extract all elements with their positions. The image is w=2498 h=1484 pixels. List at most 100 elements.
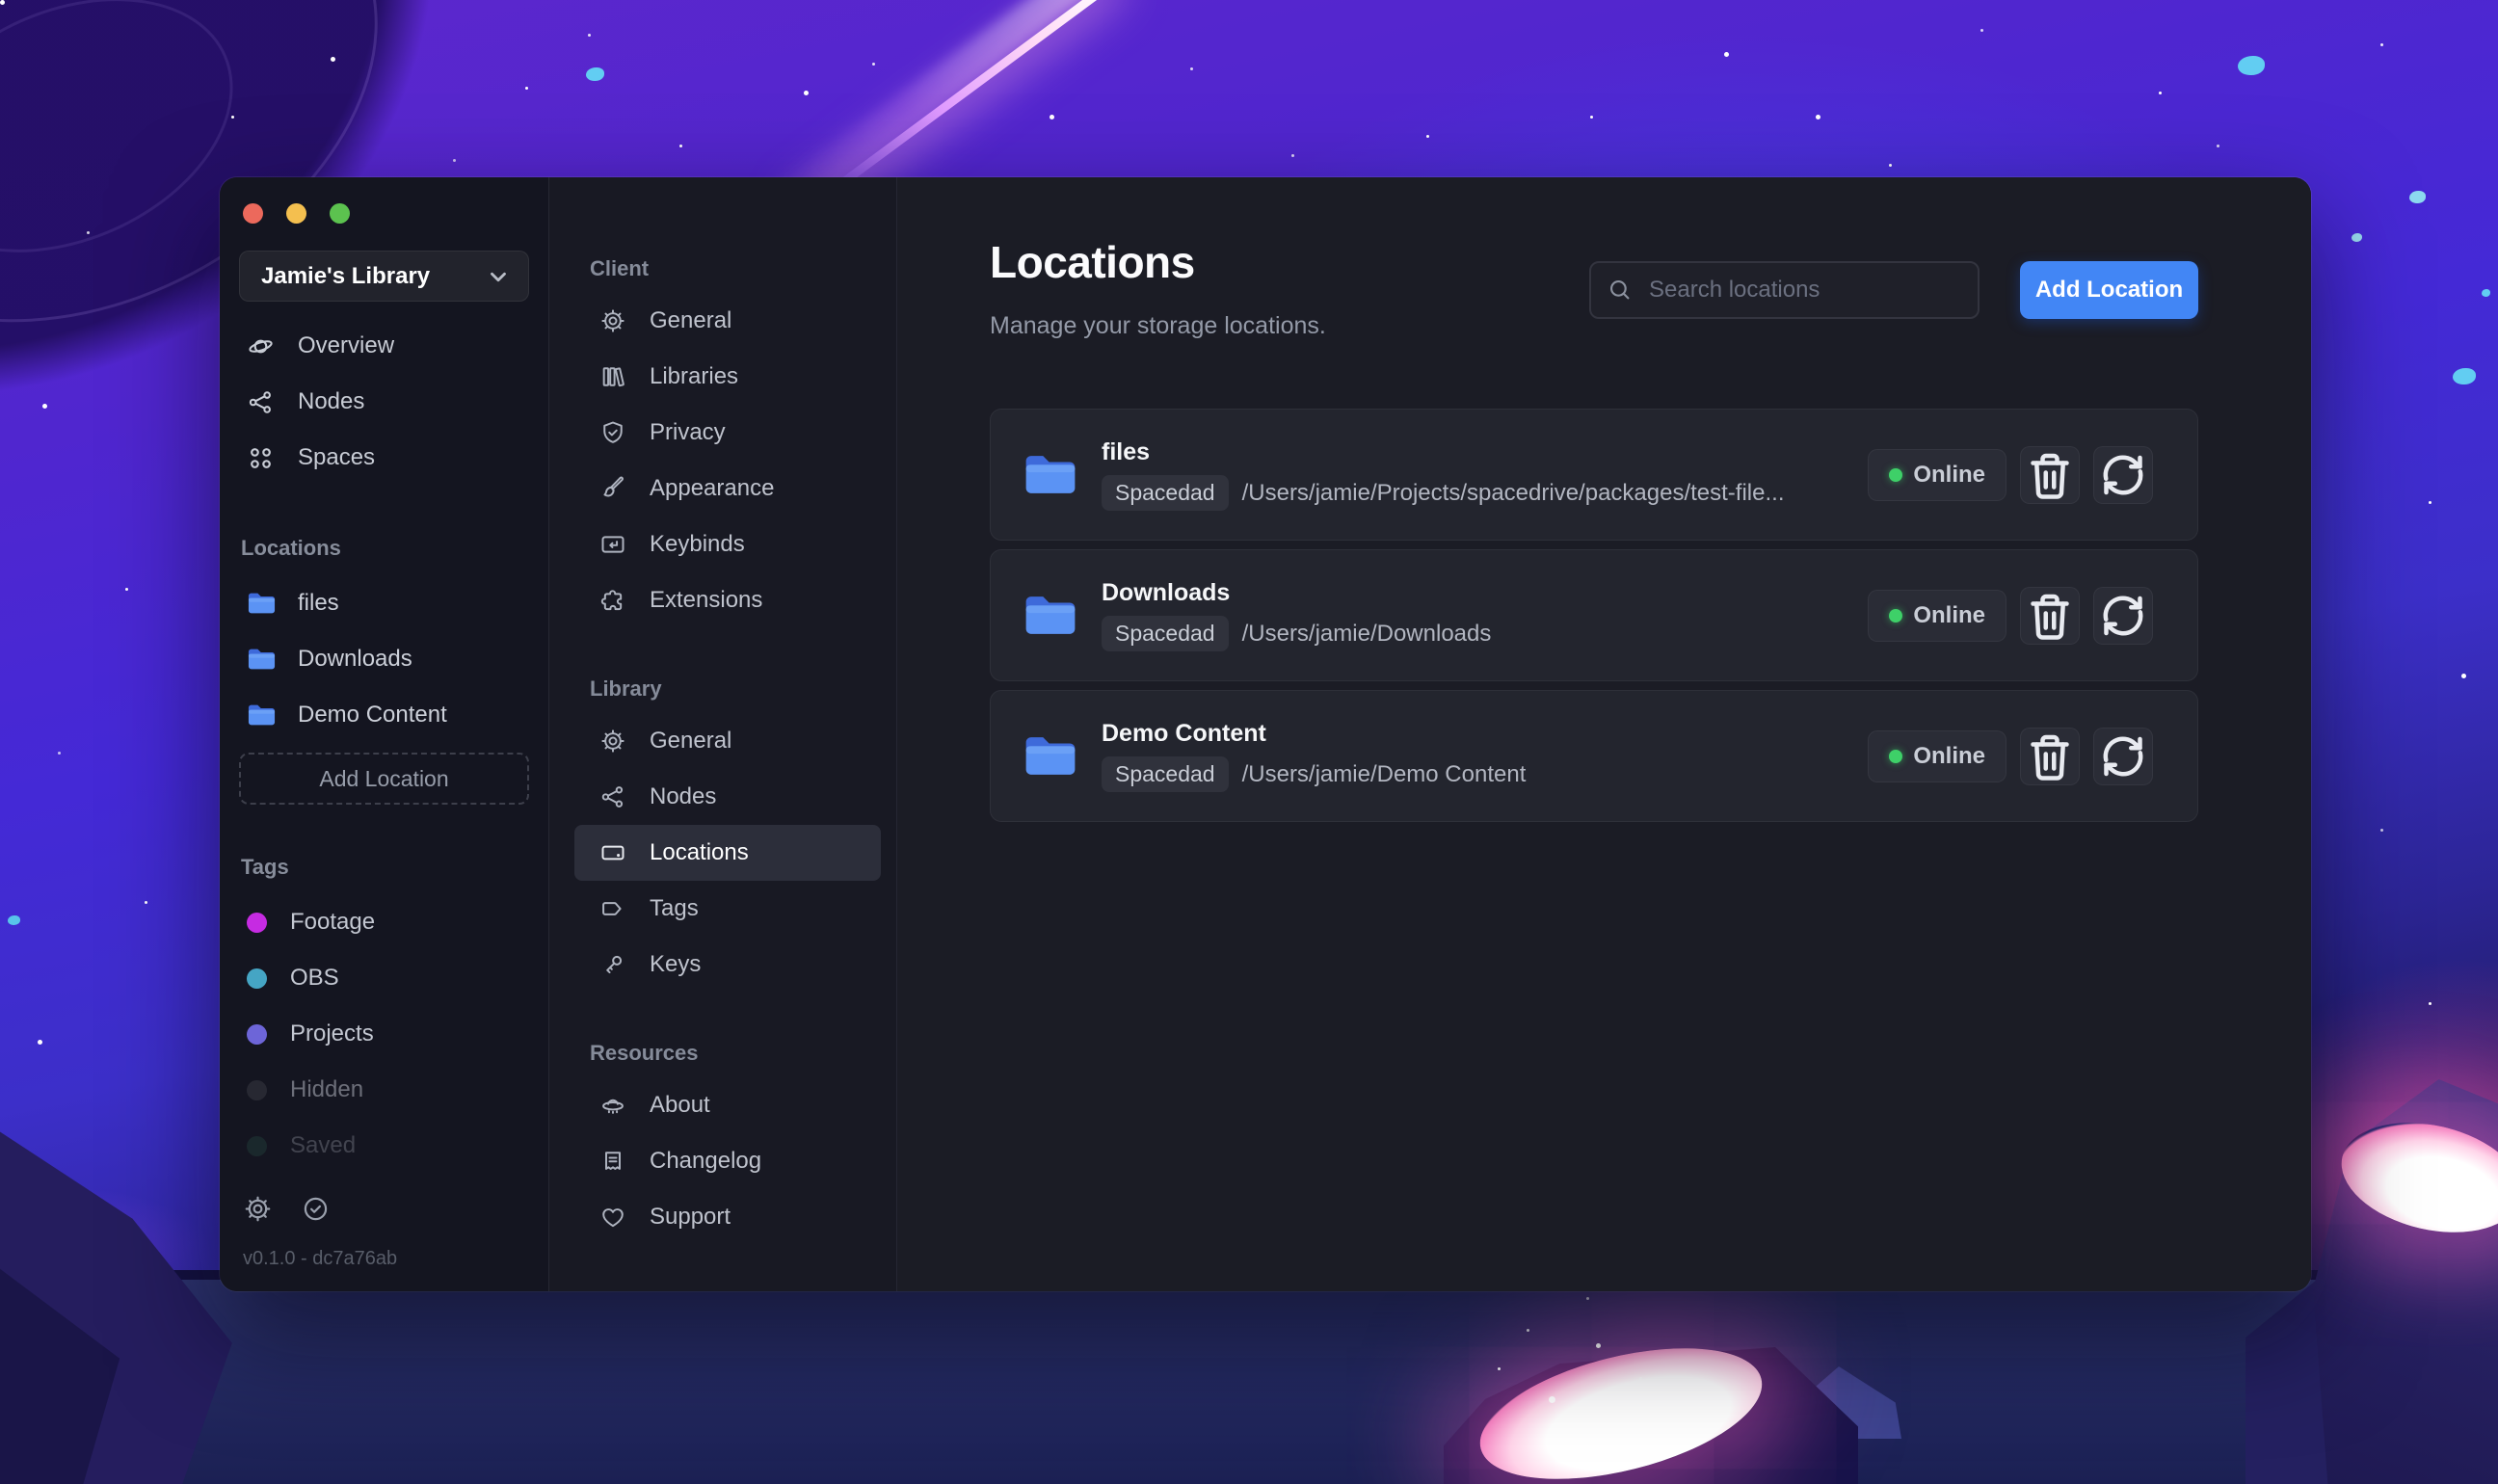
share-network-icon (599, 783, 626, 810)
settings-item-about[interactable]: About (574, 1077, 881, 1133)
folder-icon (247, 647, 277, 672)
delete-location-button[interactable] (2020, 445, 2080, 504)
delete-location-button[interactable] (2020, 727, 2080, 785)
location-path: /Users/jamie/Demo Content (1241, 760, 1527, 787)
tag-item-footage[interactable]: Footage (239, 894, 529, 950)
delete-location-button[interactable] (2020, 586, 2080, 645)
folder-icon (247, 702, 277, 728)
tags-section-label: Tags (241, 855, 289, 879)
folder-icon (1023, 451, 1078, 498)
settings-section-resources: Resources About Changelog Support (574, 1041, 881, 1245)
sidebar-footer: v0.1.0 - dc7a76ab (239, 1194, 529, 1270)
gear-icon (599, 307, 626, 334)
search-locations-box (1589, 261, 1980, 319)
receipt-icon (599, 1148, 626, 1175)
tag-label: OBS (290, 965, 339, 991)
library-switcher[interactable]: Jamie's Library (239, 251, 529, 302)
books-icon (599, 363, 626, 390)
online-status-badge: Online (1868, 729, 2006, 782)
rescan-location-button[interactable] (2093, 445, 2153, 504)
rescan-location-button[interactable] (2093, 727, 2153, 785)
library-switcher-label: Jamie's Library (261, 262, 431, 289)
close-window-button[interactable] (243, 203, 263, 224)
cyan-splatter (2482, 289, 2490, 297)
sync-icon (2094, 587, 2152, 645)
sidebar-location-files[interactable]: files (239, 575, 529, 631)
page-title: Locations (990, 237, 1195, 287)
settings-item-support[interactable]: Support (574, 1189, 881, 1245)
settings-item-keybinds[interactable]: Keybinds (574, 517, 881, 572)
tag-label: Saved (290, 1132, 357, 1158)
online-dot-icon (1889, 749, 1903, 763)
tag-color-dot (247, 912, 267, 933)
tag-item-projects[interactable]: Projects (239, 1006, 529, 1062)
location-name: files (1102, 438, 1151, 465)
spacedrive-window: Jamie's Library Overview Nodes Spaces Lo… (220, 177, 2311, 1291)
settings-item-keys[interactable]: Keys (574, 937, 881, 993)
chevron-down-icon (486, 264, 511, 289)
sidebar-location-demo-content[interactable]: Demo Content (239, 687, 529, 743)
node-badge: Spacedad (1102, 616, 1229, 651)
puzzle-icon (599, 587, 626, 614)
locations-list: files Spacedad /Users/jamie/Projects/spa… (990, 409, 2198, 822)
online-dot-icon (1889, 467, 1903, 482)
settings-item-library-general[interactable]: General (574, 713, 881, 769)
settings-section-client: Client General Libraries Privacy Appeara… (574, 256, 881, 628)
page-subtitle: Manage your storage locations. (990, 312, 1326, 339)
online-status-label: Online (1913, 461, 1985, 488)
cyan-splatter (8, 915, 20, 925)
sidebar-location-label: files (298, 590, 339, 616)
settings-item-locations[interactable]: Locations (574, 825, 881, 881)
cyan-splatter (2409, 191, 2426, 203)
location-row-files[interactable]: files Spacedad /Users/jamie/Projects/spa… (990, 409, 2198, 541)
cyan-splatter (2352, 233, 2362, 242)
settings-item-client-general[interactable]: General (574, 293, 881, 349)
settings-item-library-nodes[interactable]: Nodes (574, 769, 881, 825)
tag-item-obs[interactable]: OBS (239, 950, 529, 1006)
sparkles (0, 0, 5, 5)
cyan-splatter (2453, 368, 2476, 384)
settings-gear-icon[interactable] (243, 1194, 273, 1224)
rescan-location-button[interactable] (2093, 586, 2153, 645)
cyan-splatter (586, 67, 604, 81)
location-row-downloads[interactable]: Downloads Spacedad /Users/jamie/Download… (990, 549, 2198, 681)
key-icon (599, 951, 626, 978)
app-version: v0.1.0 - dc7a76ab (243, 1248, 398, 1269)
zoom-window-button[interactable] (330, 203, 350, 224)
minimize-window-button[interactable] (286, 203, 306, 224)
settings-section-header: Client (590, 256, 650, 280)
locations-settings-page: Locations Manage your storage locations.… (897, 177, 2311, 1291)
settings-item-appearance[interactable]: Appearance (574, 461, 881, 517)
tag-item-saved[interactable]: Saved (239, 1118, 529, 1174)
sidebar-item-spaces[interactable]: Spaces (239, 430, 529, 486)
sidebar-item-overview[interactable]: Overview (239, 318, 529, 374)
sidebar-tags-list: Footage OBS Projects Hidden Saved (239, 894, 529, 1174)
sidebar-add-location-button[interactable]: Add Location (239, 753, 529, 805)
sidebar-location-downloads[interactable]: Downloads (239, 631, 529, 687)
add-location-button[interactable]: Add Location (2020, 261, 2198, 319)
location-row-demo-content[interactable]: Demo Content Spacedad /Users/jamie/Demo … (990, 690, 2198, 822)
sidebar-item-nodes[interactable]: Nodes (239, 374, 529, 430)
search-icon (1607, 277, 1633, 303)
tag-item-hidden[interactable]: Hidden (239, 1062, 529, 1118)
settings-item-extensions[interactable]: Extensions (574, 572, 881, 628)
settings-item-tags[interactable]: Tags (574, 881, 881, 937)
terrain (0, 1270, 2498, 1484)
tag-icon (599, 895, 626, 922)
search-locations-input[interactable] (1589, 261, 1980, 319)
library-sidebar: Jamie's Library Overview Nodes Spaces Lo… (220, 177, 549, 1291)
settings-item-libraries[interactable]: Libraries (574, 349, 881, 405)
sidebar-item-label: Nodes (298, 388, 365, 414)
window-controls (239, 177, 529, 224)
sync-icon (2094, 446, 2152, 504)
share-network-icon (247, 388, 275, 416)
planet-icon (247, 332, 275, 360)
online-status-label: Online (1913, 601, 1985, 628)
settings-item-changelog[interactable]: Changelog (574, 1133, 881, 1189)
circles-four-icon (247, 444, 275, 472)
tag-color-dot (247, 1079, 267, 1100)
location-name: Downloads (1102, 579, 1231, 606)
settings-item-privacy[interactable]: Privacy (574, 405, 881, 461)
location-name: Demo Content (1102, 720, 1266, 747)
status-check-icon[interactable] (301, 1194, 331, 1224)
